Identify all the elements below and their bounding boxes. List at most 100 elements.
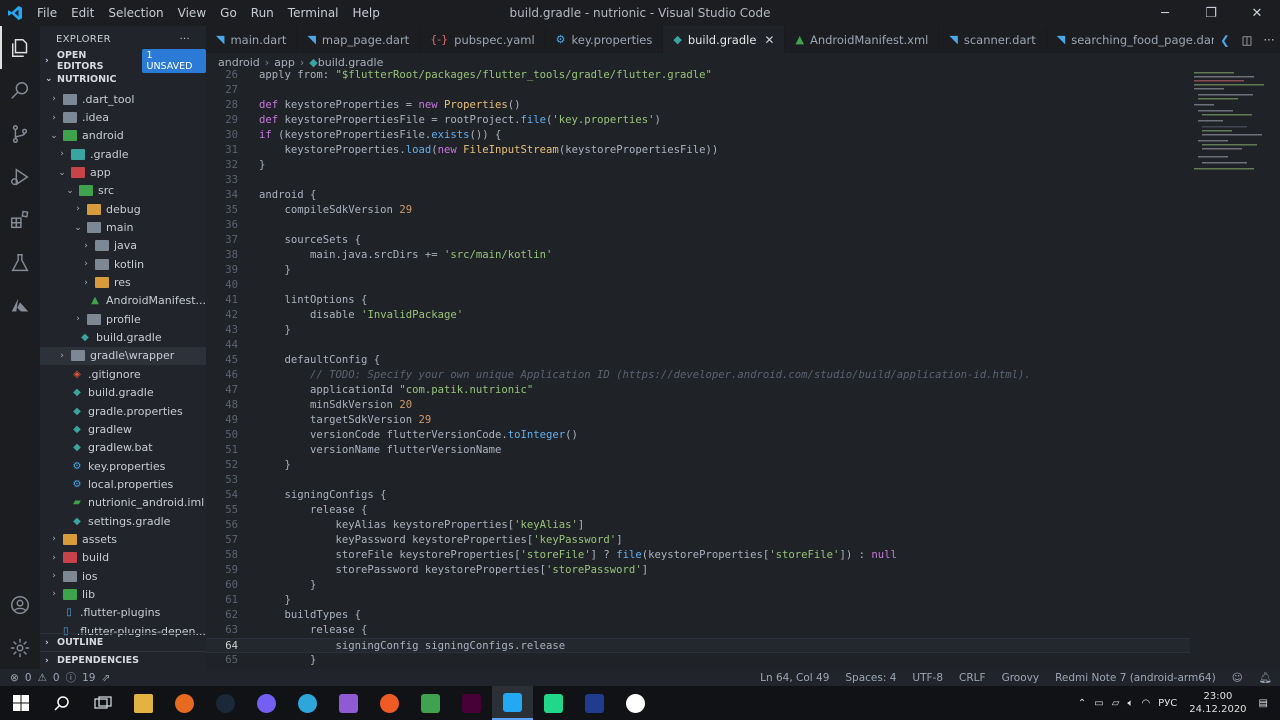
menu-help[interactable]: Help bbox=[346, 6, 387, 20]
vscode-icon[interactable] bbox=[492, 686, 533, 720]
code-line[interactable]: 48 minSdkVersion 20 bbox=[206, 398, 1190, 413]
code-line[interactable]: 60 } bbox=[206, 578, 1190, 593]
inkscape-like-icon[interactable] bbox=[410, 686, 451, 720]
menu-go[interactable]: Go bbox=[213, 6, 244, 20]
close-window-button[interactable]: ✕ bbox=[1234, 0, 1280, 26]
tree-item[interactable]: ▰ nutrionic_android.iml bbox=[40, 494, 206, 512]
tree-item[interactable]: ◆ gradle.properties bbox=[40, 402, 206, 420]
tree-item[interactable]: › .gradle bbox=[40, 145, 206, 163]
tree-item[interactable]: › kotlin bbox=[40, 255, 206, 273]
code-line[interactable]: 58 storeFile keystoreProperties['storeFi… bbox=[206, 548, 1190, 563]
warning-count[interactable]: 0 bbox=[53, 672, 60, 684]
tree-item[interactable]: ◆ build.gradle bbox=[40, 328, 206, 346]
account-icon[interactable] bbox=[0, 583, 40, 626]
menu-edit[interactable]: Edit bbox=[64, 6, 101, 20]
warning-icon[interactable]: ⚠ bbox=[38, 672, 47, 684]
code-line[interactable]: 28 def keystoreProperties = new Propertie… bbox=[206, 98, 1190, 113]
code-line[interactable]: 29 def keystorePropertiesFile = rootProje… bbox=[206, 113, 1190, 128]
menu-selection[interactable]: Selection bbox=[101, 6, 170, 20]
more-actions-icon[interactable]: ··· bbox=[1258, 33, 1280, 47]
tree-item[interactable]: › build bbox=[40, 549, 206, 567]
steam-icon[interactable] bbox=[205, 686, 246, 720]
tree-item[interactable]: ◆ settings.gradle bbox=[40, 512, 206, 530]
tray-chevron-up-icon[interactable]: ⌃ bbox=[1078, 698, 1086, 709]
menu-run[interactable]: Run bbox=[244, 6, 281, 20]
tree-item[interactable]: ⚙ key.properties bbox=[40, 457, 206, 475]
code-line[interactable]: 61 } bbox=[206, 593, 1190, 608]
file-explorer-icon[interactable] bbox=[123, 686, 164, 720]
tab-main-dart[interactable]: ◥ main.dart bbox=[206, 26, 298, 53]
open-editors-section[interactable]: › OPEN EDITORS 1 UNSAVED bbox=[40, 49, 206, 73]
extensions-icon[interactable] bbox=[0, 198, 40, 241]
keyboard-language[interactable]: РУС bbox=[1158, 698, 1177, 709]
minimize-button[interactable]: ─ bbox=[1142, 0, 1188, 26]
tree-item[interactable]: ⌄ src bbox=[40, 182, 206, 200]
visual-studio-icon[interactable] bbox=[328, 686, 369, 720]
tree-item[interactable]: › ios bbox=[40, 567, 206, 585]
clock[interactable]: 23:00 24.12.2020 bbox=[1189, 690, 1246, 716]
tree-item[interactable]: › lib bbox=[40, 585, 206, 603]
code-line[interactable]: 63 release { bbox=[206, 623, 1190, 638]
menu-file[interactable]: File bbox=[30, 6, 64, 20]
postman-icon[interactable] bbox=[369, 686, 410, 720]
code-editor[interactable]: 26 apply from: "$flutterRoot/packages/flu… bbox=[206, 68, 1190, 669]
azure-icon[interactable] bbox=[0, 284, 40, 327]
code-line[interactable]: 35 compileSdkVersion 29 bbox=[206, 203, 1190, 218]
code-line[interactable]: 47 applicationId "com.patik.nutrionic" bbox=[206, 383, 1190, 398]
code-line[interactable]: 50 versionCode flutterVersionCode.toInte… bbox=[206, 428, 1190, 443]
code-line[interactable]: 56 keyAlias keystoreProperties['keyAlias… bbox=[206, 518, 1190, 533]
notifications-bell-icon[interactable]: 🔔︎ bbox=[1251, 671, 1280, 684]
menu-terminal[interactable]: Terminal bbox=[281, 6, 346, 20]
code-line[interactable]: 49 targetSdkVersion 29 bbox=[206, 413, 1190, 428]
code-line[interactable]: 44 bbox=[206, 338, 1190, 353]
tray-volume-icon[interactable]: 🔈︎ bbox=[1127, 698, 1133, 709]
live-share-icon[interactable]: ⇗ bbox=[101, 672, 110, 684]
code-line[interactable]: 53 bbox=[206, 473, 1190, 488]
code-line[interactable]: 52 } bbox=[206, 458, 1190, 473]
tree-item[interactable]: › .idea bbox=[40, 108, 206, 126]
tree-item[interactable]: ⌄ main bbox=[40, 218, 206, 236]
tab-key-properties[interactable]: ⚙ key.properties bbox=[546, 26, 664, 53]
more-actions-icon[interactable]: ··· bbox=[180, 34, 190, 45]
tree-item[interactable]: › java bbox=[40, 237, 206, 255]
vertical-scrollbar[interactable] bbox=[1270, 68, 1280, 669]
code-line[interactable]: 33 bbox=[206, 173, 1190, 188]
code-line[interactable]: 40 bbox=[206, 278, 1190, 293]
tree-item[interactable]: ⌄ android bbox=[40, 127, 206, 145]
tree-item[interactable]: › gradle\wrapper bbox=[40, 346, 206, 366]
code-line[interactable]: 51 versionName flutterVersionName bbox=[206, 443, 1190, 458]
dependencies-section[interactable]: › DEPENDENCIES bbox=[40, 651, 206, 669]
tree-item[interactable]: › res bbox=[40, 273, 206, 291]
code-line[interactable]: 42 disable 'InvalidPackage' bbox=[206, 308, 1190, 323]
tab-build-gradle[interactable]: ◆ build.gradle ✕ bbox=[663, 26, 786, 53]
split-editor-icon[interactable]: ◫ bbox=[1236, 33, 1258, 47]
pycharm-icon[interactable] bbox=[533, 686, 574, 720]
menu-view[interactable]: View bbox=[171, 6, 213, 20]
code-line[interactable]: 43 } bbox=[206, 323, 1190, 338]
source-control-icon[interactable] bbox=[0, 112, 40, 155]
cursor-position[interactable]: Ln 64, Col 49 bbox=[752, 672, 837, 684]
task-view-icon[interactable] bbox=[82, 686, 123, 720]
tab-map-page-dart[interactable]: ◥ map_page.dart bbox=[297, 26, 421, 53]
line-ending[interactable]: CRLF bbox=[951, 672, 994, 684]
tree-item[interactable]: › debug bbox=[40, 200, 206, 218]
run-debug-icon[interactable] bbox=[0, 155, 40, 198]
testing-flask-icon[interactable] bbox=[0, 241, 40, 284]
code-line[interactable]: 27 bbox=[206, 83, 1190, 98]
tree-item[interactable]: ▯ .flutter-plugins bbox=[40, 604, 206, 622]
tab-searching-food-page-dart[interactable]: ◥ searching_food_page.dart bbox=[1047, 26, 1232, 53]
code-line[interactable]: 34 android { bbox=[206, 188, 1190, 203]
explorer-icon[interactable] bbox=[0, 26, 40, 69]
viber-icon[interactable] bbox=[246, 686, 287, 720]
code-line[interactable]: 30 if (keystorePropertiesFile.exists()) { bbox=[206, 128, 1190, 143]
outline-section[interactable]: › OUTLINE bbox=[40, 633, 206, 651]
search-icon[interactable] bbox=[0, 69, 40, 112]
close-tab-icon[interactable]: ✕ bbox=[764, 33, 774, 47]
device-selector[interactable]: Redmi Note 7 (android-arm64) bbox=[1047, 672, 1224, 684]
code-line[interactable]: 54 signingConfigs { bbox=[206, 488, 1190, 503]
tab-scanner-dart[interactable]: ◥ scanner.dart bbox=[939, 26, 1047, 53]
tab-overflow-icon[interactable]: ❮ bbox=[1214, 33, 1236, 47]
code-line[interactable]: 37 sourceSets { bbox=[206, 233, 1190, 248]
tree-item[interactable]: › assets bbox=[40, 530, 206, 548]
tree-item[interactable]: ◆ build.gradle bbox=[40, 384, 206, 402]
